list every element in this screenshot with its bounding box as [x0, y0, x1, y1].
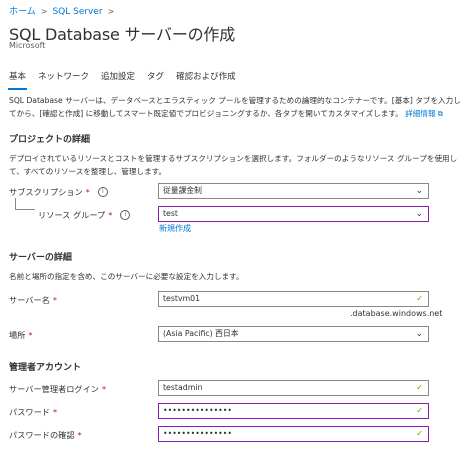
password-input[interactable]: ••••••••••••••• ✓ — [158, 403, 429, 419]
admin-login-input[interactable]: testadmin ✓ — [158, 380, 429, 396]
required-mark: * — [101, 384, 107, 394]
confirm-password-label: パスワードの確認 * — [9, 429, 82, 441]
info-icon[interactable]: i — [97, 187, 108, 197]
tab-basics[interactable]: 基本 — [7, 68, 28, 90]
required-mark: * — [52, 295, 57, 305]
tab-bar: 基本 ネットワーク 追加設定 タグ 確認および作成 — [7, 68, 248, 90]
subscription-label: サブスクリプション * i — [9, 186, 108, 198]
server-name-label: サーバー名 * — [9, 294, 57, 306]
page-subtitle: Microsoft — [9, 41, 46, 50]
confirm-password-label-text: パスワードの確認 — [9, 430, 75, 440]
subscription-select[interactable]: 従量課金制 ⌄ — [158, 183, 429, 199]
server-name-label-text: サーバー名 — [9, 295, 50, 305]
intro-description: SQL Database サーバーは、データベースとエラスティック プールを管理… — [9, 94, 464, 120]
checkmark-icon: ✓ — [416, 294, 423, 303]
chevron-down-icon: ⌄ — [415, 186, 423, 196]
confirm-password-input[interactable]: ••••••••••••••• ✓ — [158, 426, 429, 442]
location-select[interactable]: (Asia Pacific) 西日本 ⌄ — [158, 326, 429, 342]
chevron-right-icon: > — [40, 7, 48, 16]
project-details-heading: プロジェクトの詳細 — [9, 135, 91, 145]
admin-account-heading: 管理者アカウント — [9, 363, 82, 373]
admin-login-value: testadmin — [163, 383, 203, 392]
server-name-value: testvm01 — [163, 294, 201, 303]
chevron-down-icon: ⌄ — [415, 329, 423, 339]
tab-tags[interactable]: タグ — [147, 68, 164, 88]
tab-additional-settings[interactable]: 追加設定 — [101, 68, 135, 88]
tree-connector — [15, 198, 16, 209]
location-value: (Asia Pacific) 西日本 — [163, 329, 239, 338]
create-new-resource-group-link[interactable]: 新規作成 — [159, 223, 191, 234]
admin-login-label: サーバー管理者ログイン * — [9, 383, 106, 395]
tab-networking[interactable]: ネットワーク — [38, 68, 89, 88]
checkmark-icon: ✓ — [416, 406, 423, 415]
confirm-password-value: ••••••••••••••• — [163, 429, 232, 438]
server-details-description: 名前と場所の指定を含め、このサーバーに必要な設定を入力します。 — [9, 272, 244, 281]
server-name-suffix: .database.windows.net — [350, 309, 443, 318]
resource-group-value: test — [163, 209, 178, 218]
tab-review-create[interactable]: 確認および作成 — [176, 68, 236, 88]
external-link-icon: ⧉ — [437, 109, 444, 118]
required-mark: * — [77, 430, 82, 440]
info-icon[interactable]: i — [120, 210, 131, 220]
required-mark: * — [28, 330, 33, 340]
resource-group-select[interactable]: test ⌄ — [158, 206, 429, 222]
location-label-text: 場所 — [9, 330, 26, 340]
checkmark-icon: ✓ — [416, 383, 423, 392]
subscription-label-text: サブスクリプション — [9, 187, 83, 197]
project-details-description: デプロイされているリソースとコストを管理するサブスクリプションを選択します。フォ… — [9, 154, 458, 176]
learn-more-label[interactable]: 詳細情報 — [405, 109, 435, 118]
breadcrumb: ホーム > SQL Server > — [9, 4, 119, 17]
required-mark: * — [85, 187, 90, 197]
chevron-right-icon: > — [107, 7, 115, 16]
password-label-text: パスワード — [9, 407, 50, 417]
breadcrumb-home[interactable]: ホーム — [9, 7, 36, 17]
tree-connector — [15, 209, 35, 210]
resource-group-label-text: リソース グループ — [38, 210, 106, 220]
learn-more-link[interactable]: 詳細情報 ⧉ — [405, 109, 443, 118]
password-label: パスワード * — [9, 406, 57, 418]
intro-text: SQL Database サーバーは、データベースとエラスティック プールを管理… — [9, 96, 461, 118]
server-details-heading: サーバーの詳細 — [9, 253, 72, 263]
chevron-down-icon: ⌄ — [415, 209, 423, 219]
password-value: ••••••••••••••• — [163, 406, 232, 415]
subscription-value: 従量課金制 — [163, 186, 202, 195]
breadcrumb-sql-server[interactable]: SQL Server — [52, 7, 102, 17]
server-name-input[interactable]: testvm01 ✓ — [158, 291, 429, 307]
required-mark: * — [108, 210, 113, 220]
location-label: 場所 * — [9, 329, 32, 341]
checkmark-icon: ✓ — [416, 429, 423, 438]
required-mark: * — [52, 407, 58, 417]
admin-login-label-text: サーバー管理者ログイン — [9, 384, 99, 394]
resource-group-label: リソース グループ * i — [38, 209, 131, 221]
